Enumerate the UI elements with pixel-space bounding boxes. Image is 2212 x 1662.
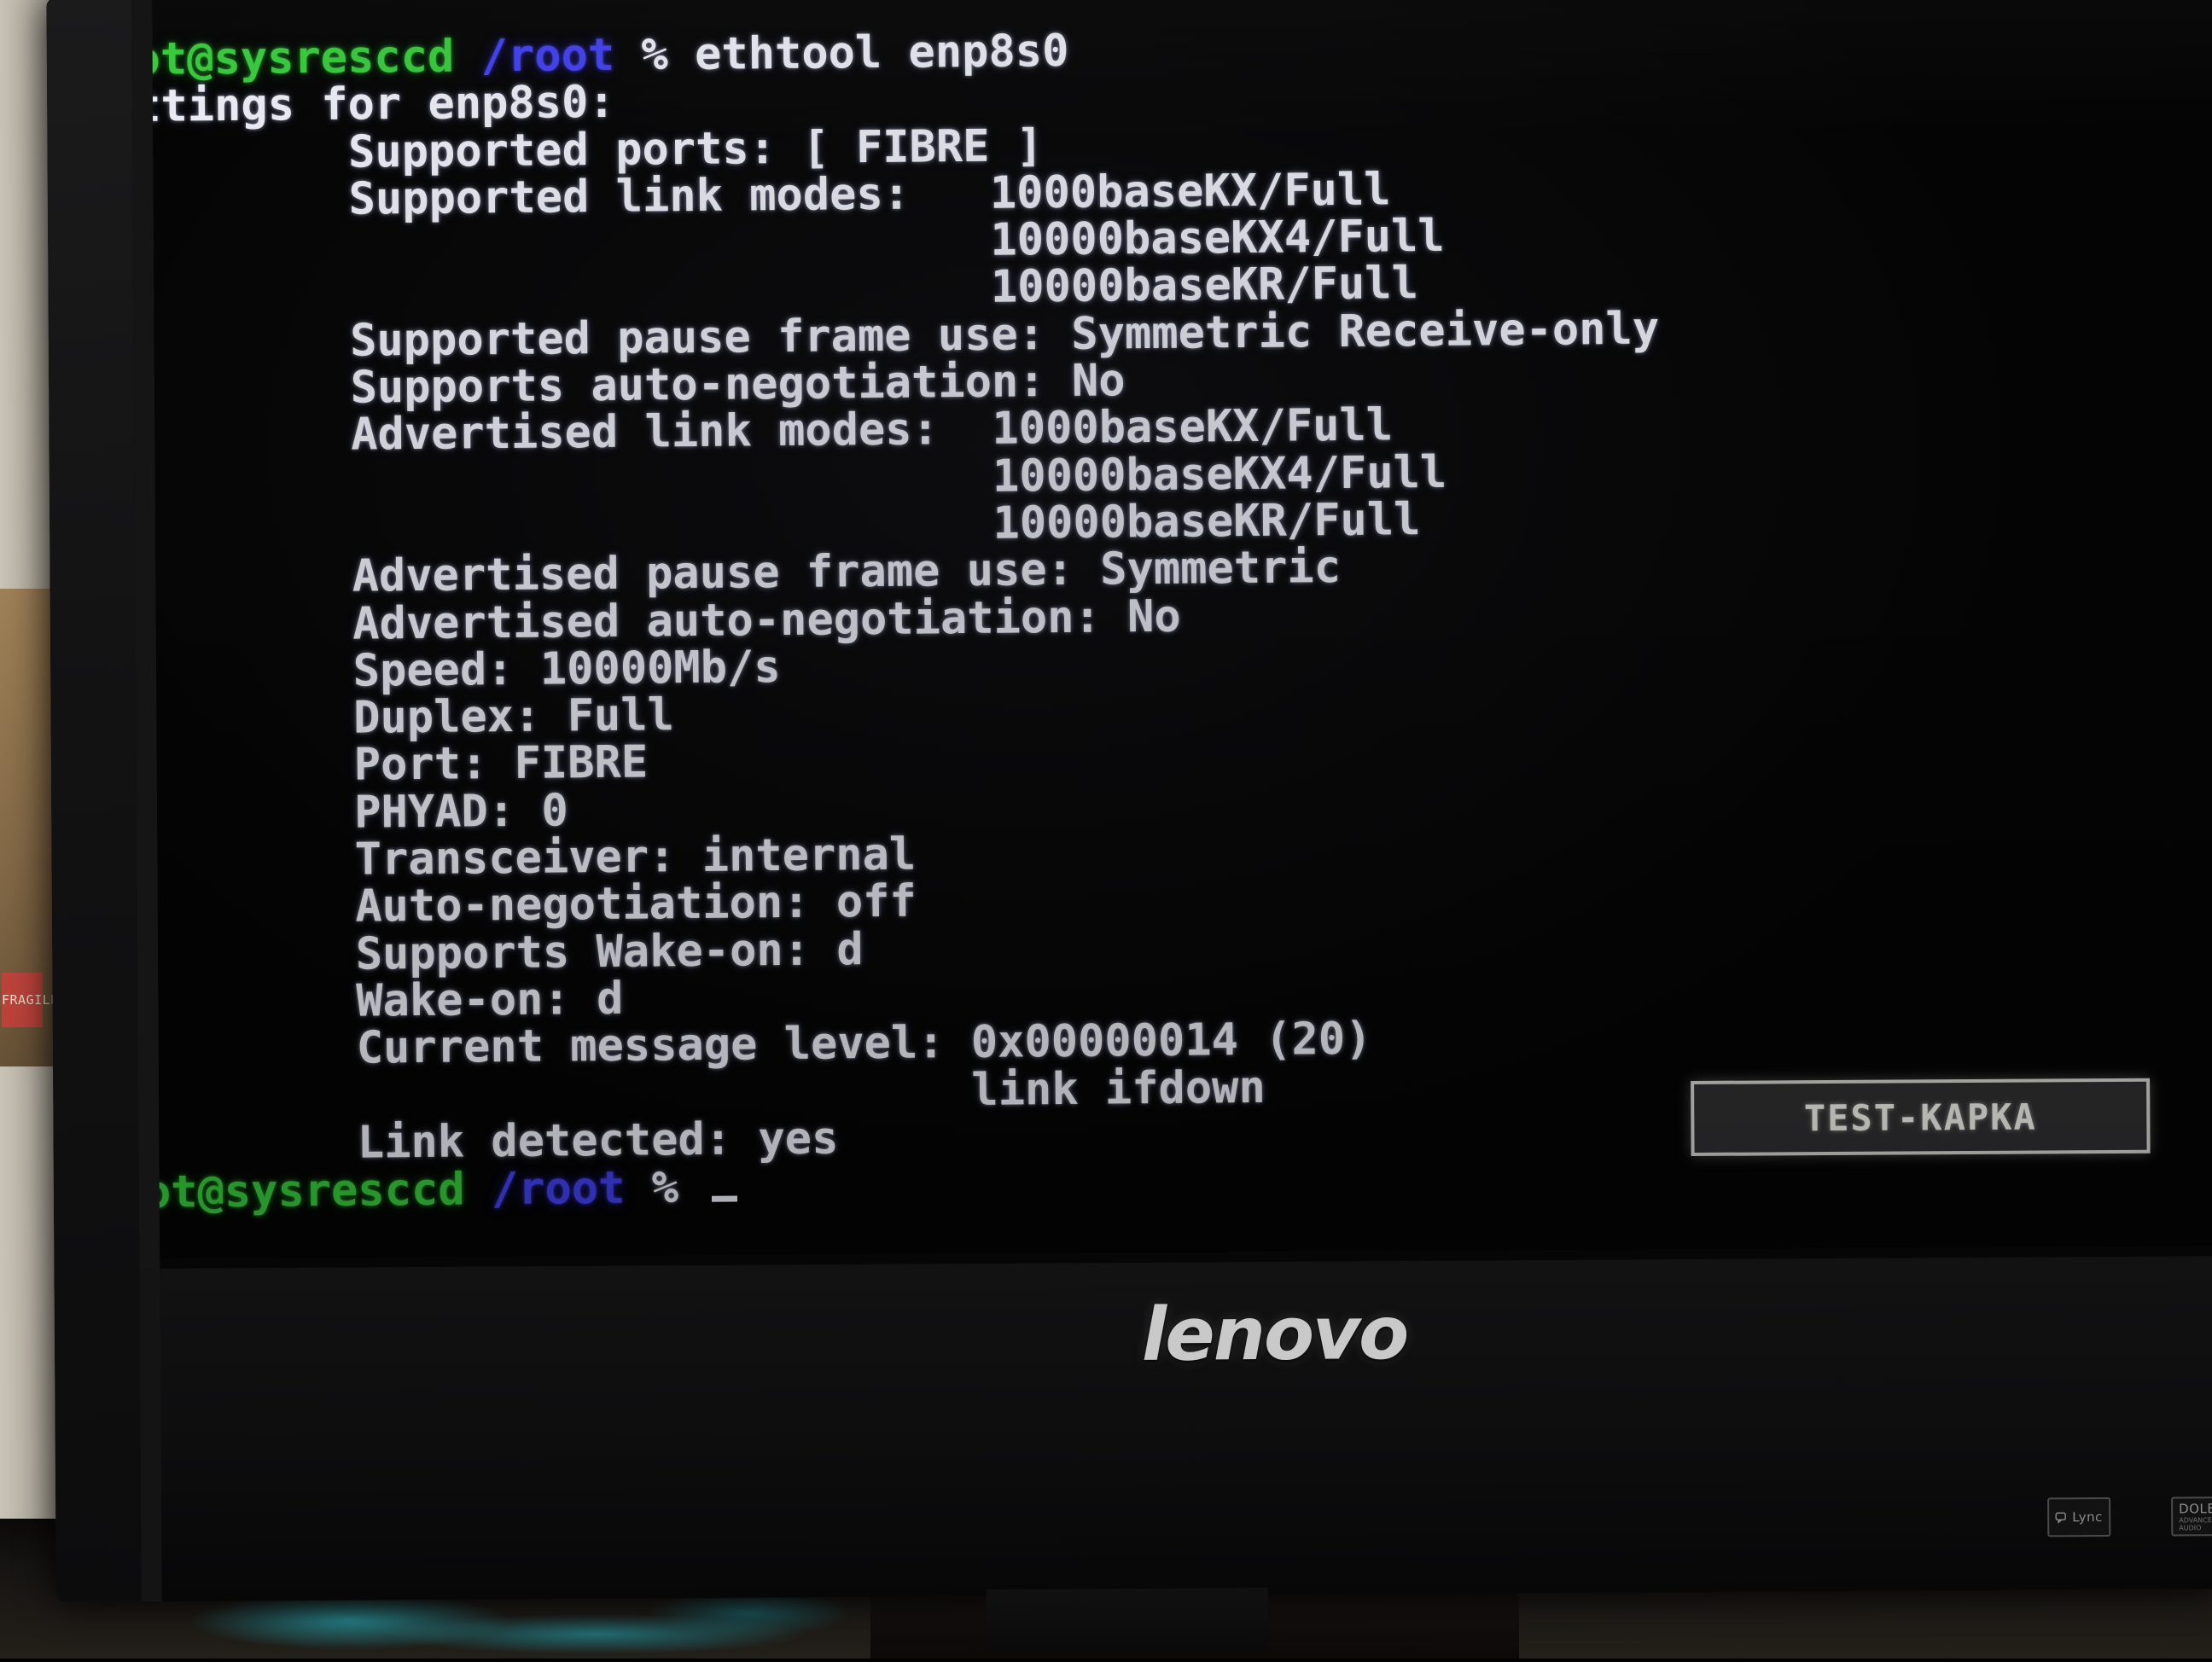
dolby-logo-icon: DOLBY ADVANCED AUDIO [2171,1496,2212,1537]
terminal-text-span: ot@sysresccd [152,1164,492,1219]
terminal-text-span: Supports Wake-on: d [152,923,864,982]
terminal-output[interactable]: ot@sysresccd /root % ethtool enp8s0 tting… [152,17,2212,1219]
terminal-text-span: Speed: 10000Mb/s [152,641,781,699]
lync-logo-label: Lync [2072,1509,2103,1525]
terminal-text-span: Port: FIBRE [152,736,649,793]
lenovo-monitor: ot@sysresccd /root % ethtool enp8s0 tting… [46,0,2212,1652]
dolby-logo-label: DOLBY [2179,1501,2212,1517]
terminal-text-span: ot@sysresccd [152,31,481,86]
osd-input-label-badge: TEST-KAPKA [1691,1078,2151,1156]
lync-logo-icon: Lync [2047,1497,2110,1537]
terminal-text-span: /root [480,29,642,83]
monitor-stand [986,1588,1269,1652]
terminal-text-span: /root [491,1162,653,1216]
monitor-screen: ot@sysresccd /root % ethtool enp8s0 tting… [152,0,2212,1258]
monitor-bezel: ot@sysresccd /root % ethtool enp8s0 tting… [131,0,2212,1270]
terminal-text-span: % [651,1161,706,1214]
lenovo-brand-logo: lenovo [1141,1291,1408,1378]
terminal-cursor [712,1163,738,1202]
dolby-logo-sublabel: ADVANCED AUDIO [2179,1516,2212,1532]
background-box-label: FRAGILE [2,973,58,1027]
terminal-text-span: Link detected: yes [152,1113,839,1171]
terminal-text-span: % ethtool enp8s0 [641,25,1069,81]
monitor-lower-bezel: lenovo Lync DOLBY ADVANCED AUDIO [139,1256,2212,1602]
